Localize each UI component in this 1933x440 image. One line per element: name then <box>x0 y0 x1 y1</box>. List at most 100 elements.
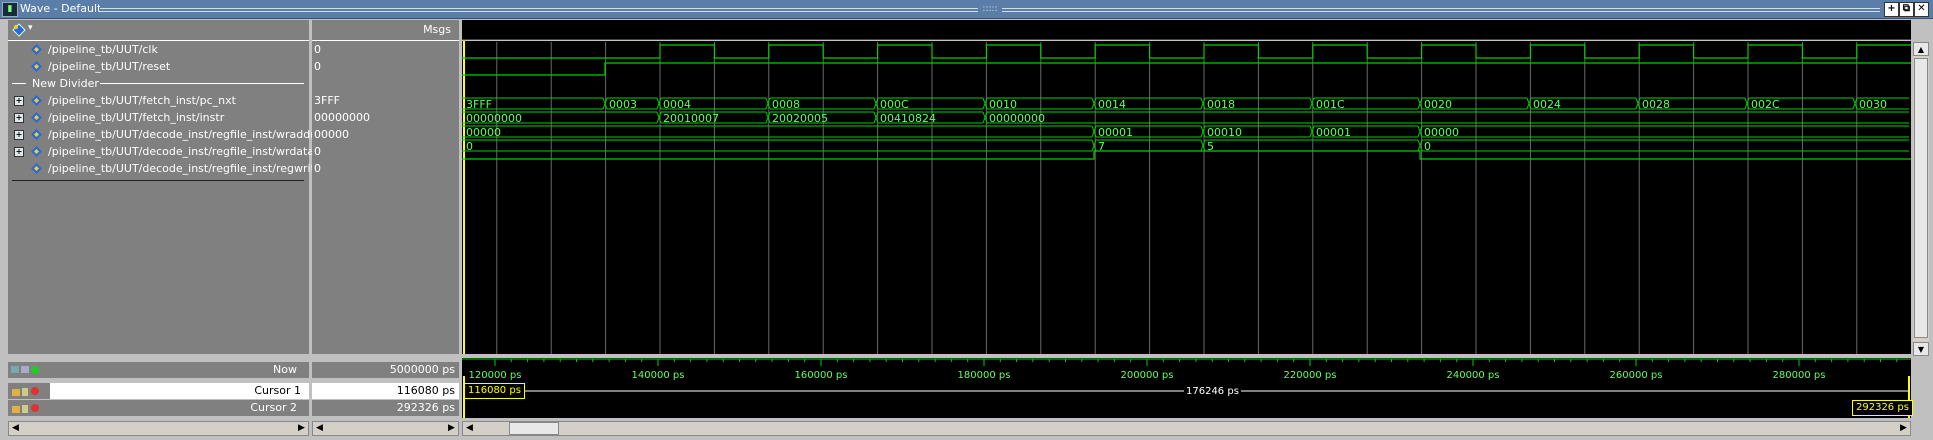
pc-nxt-value-label: 001C <box>1316 98 1345 111</box>
undock-button[interactable]: ⧉ <box>1899 2 1914 17</box>
signal-row[interactable]: /pipeline_tb/UUT/decode_inst/regfile_ins… <box>8 160 322 177</box>
close-button[interactable]: ✕ <box>1914 2 1929 17</box>
signal-value: 00000 <box>314 128 349 141</box>
cursor1-name-field[interactable]: Cursor 1 <box>50 383 309 399</box>
pc-nxt-value-label: 0010 <box>989 98 1017 111</box>
now-value-cell: 5000000 ps <box>312 362 459 378</box>
instr-value-label: 00410824 <box>880 112 936 125</box>
pc-nxt-value-label: 0028 <box>1642 98 1670 111</box>
cursor-delta-label: 176246 ps <box>1184 386 1241 397</box>
pc-nxt-value-label: 0018 <box>1207 98 1235 111</box>
timeline-tick-label: 120000 ps <box>468 370 522 381</box>
instr-value-label: 20020005 <box>772 112 828 125</box>
timeline-tick-label: 220000 ps <box>1283 370 1337 381</box>
wave-hscrollbar[interactable]: ◀ ▶ <box>462 421 1911 436</box>
cursor1-value-cell[interactable]: 116080 ps <box>312 383 459 399</box>
instr-value-label: 00000000 <box>989 112 1045 125</box>
signal-diamond-icon <box>31 162 42 174</box>
cursor1-value: 116080 ps <box>396 384 455 397</box>
scroll-left-arrow[interactable]: ◀ <box>463 422 476 435</box>
names-hscrollbar[interactable]: ◀ ▶ <box>8 421 309 436</box>
wraddr-value-label: 00010 <box>1207 126 1242 139</box>
scroll-right-arrow[interactable]: ▶ <box>295 422 308 435</box>
expand-icon[interactable]: + <box>14 147 24 157</box>
window-title: Wave - Default <box>20 2 102 15</box>
signal-row[interactable]: + /pipeline_tb/UUT/decode_inst/regfile_in… <box>8 143 314 160</box>
wave-scroll-thumb[interactable] <box>509 422 559 435</box>
waveform-canvas[interactable] <box>462 20 1911 354</box>
signal-name: /pipeline_tb/UUT/reset <box>48 60 171 73</box>
now-row: Now <box>8 362 309 378</box>
wrdata-value-label: 5 <box>1207 140 1214 153</box>
wraddr-transition <box>1309 125 1315 138</box>
signal-name: /pipeline_tb/UUT/clk <box>48 43 158 56</box>
signal-name: /pipeline_tb/UUT/decode_inst/regfile_ins… <box>48 162 322 175</box>
scroll-up-arrow[interactable]: ▲ <box>1913 42 1929 56</box>
scroll-left-arrow[interactable]: ◀ <box>9 422 22 435</box>
signal-value: 0 <box>314 162 321 175</box>
clk-waveform <box>462 44 1911 59</box>
scroll-right-arrow[interactable]: ▶ <box>445 422 458 435</box>
scroll-right-arrow[interactable]: ▶ <box>1897 422 1910 435</box>
signal-diamond-icon <box>31 145 42 157</box>
cursor1-row[interactable]: Cursor 1 <box>8 383 309 399</box>
signal-row[interactable]: /pipeline_tb/UUT/clk <box>8 41 309 58</box>
waveform-pane[interactable]: 3FFF 0003 0004 0008 000C 0010 0014 0018 001C 0020… <box>462 20 1911 354</box>
values-header: Msgs <box>312 20 459 41</box>
signal-divider[interactable]: New Divider <box>8 75 309 92</box>
signal-name: /pipeline_tb/UUT/fetch_inst/pc_nxt <box>48 94 236 107</box>
wraddr-value-label: 00001 <box>1316 126 1351 139</box>
pc-nxt-transition <box>765 97 771 110</box>
signal-row[interactable]: + /pipeline_tb/UUT/fetch_inst/pc_nxt <box>8 92 309 109</box>
app-icon: ▮ <box>2 2 18 17</box>
signal-row[interactable]: + /pipeline_tb/UUT/fetch_inst/instr <box>8 109 309 126</box>
values-hscrollbar[interactable]: ◀ ▶ <box>312 421 459 436</box>
signal-names-pane: ▾ /pipeline_tb/UUT/clk/pipeline_tb/UUT/r… <box>8 20 322 354</box>
timeline-tick-label: 160000 ps <box>794 370 848 381</box>
signal-value: 0 <box>314 43 321 56</box>
expand-icon[interactable]: + <box>14 130 24 140</box>
signal-value: 0 <box>314 145 321 158</box>
cursor2-value-cell[interactable]: 292326 ps <box>312 400 459 416</box>
wave-toolbar-icon[interactable] <box>12 23 26 37</box>
now-label: Now <box>273 363 297 376</box>
scroll-left-arrow[interactable]: ◀ <box>313 422 326 435</box>
pc-nxt-value-label: 0003 <box>609 98 637 111</box>
pc-nxt-transition <box>602 97 608 110</box>
instr-transition <box>765 111 771 124</box>
cursor1-time-tag[interactable]: 116080 ps <box>464 383 525 399</box>
scroll-down-arrow[interactable]: ▼ <box>1913 342 1929 356</box>
wraddr-value-label: 00001 <box>1098 126 1133 139</box>
timeline-tick-label: 200000 ps <box>1120 370 1174 381</box>
vertical-scrollbar[interactable]: ▲ ▼ <box>1913 42 1929 356</box>
expand-icon[interactable]: + <box>14 113 24 123</box>
cursor2-time-tag[interactable]: 292326 ps <box>1852 400 1913 416</box>
zoom-in-button[interactable]: + <box>1884 2 1899 17</box>
expand-icon[interactable]: + <box>14 96 24 106</box>
pc-nxt-value-label: 002C <box>1751 98 1780 111</box>
pc-nxt-value-label: 000C <box>880 98 909 111</box>
timeline-tick-label: 260000 ps <box>1609 370 1663 381</box>
vertical-scroll-thumb[interactable] <box>1914 58 1928 338</box>
signal-name: /pipeline_tb/UUT/decode_inst/regfile_ins… <box>48 128 315 141</box>
pc-nxt-value-label: 0008 <box>772 98 800 111</box>
wraddr-value-label: 00000 <box>466 126 501 139</box>
pc-nxt-value-label: 0004 <box>663 98 691 111</box>
cursor-tools-icon[interactable] <box>10 364 40 376</box>
signal-diamond-icon <box>31 43 42 55</box>
cursor2-label: Cursor 2 <box>250 401 297 414</box>
pc-nxt-value-label: 0020 <box>1424 98 1452 111</box>
pc-nxt-value-label: 0030 <box>1859 98 1887 111</box>
lock-icon[interactable] <box>10 402 40 414</box>
msgs-header: Msgs <box>423 23 451 36</box>
signal-row[interactable]: /pipeline_tb/UUT/reset <box>8 58 309 75</box>
lock-icon[interactable] <box>10 385 40 397</box>
signal-diamond-icon <box>31 60 42 72</box>
pc-nxt-transition <box>1309 97 1315 110</box>
cursor2-row[interactable]: Cursor 2 <box>8 400 309 416</box>
timeline-tick-label: 280000 ps <box>1772 370 1826 381</box>
chevron-down-icon[interactable]: ▾ <box>28 23 33 33</box>
signal-row[interactable]: + /pipeline_tb/UUT/decode_inst/regfile_in… <box>8 126 315 143</box>
timeline-tick-label: 240000 ps <box>1446 370 1500 381</box>
names-header: ▾ <box>8 20 309 41</box>
